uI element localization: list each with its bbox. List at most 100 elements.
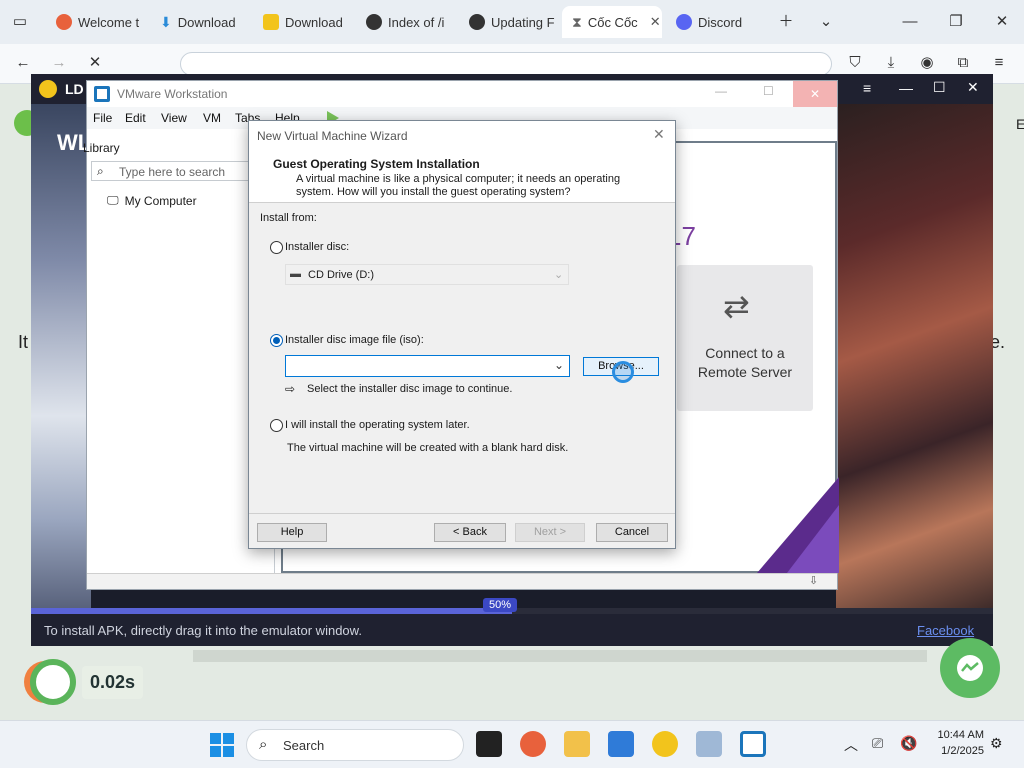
iso-image-label[interactable]: Installer disc image file (iso): xyxy=(285,334,424,346)
forward-icon[interactable]: → xyxy=(48,52,70,74)
account-icon[interactable]: ◉ xyxy=(916,52,938,74)
menu-view[interactable]: View xyxy=(161,111,187,125)
back-icon[interactable]: ← xyxy=(12,52,34,74)
clock-time[interactable]: 10:44 AM xyxy=(928,729,984,741)
chevron-down-icon: ⌄ xyxy=(554,269,564,281)
extensions-icon[interactable]: ⧉ xyxy=(952,52,974,74)
search-icon: ⌕ xyxy=(97,164,104,178)
taskbar-search[interactable]: ⌕ Search xyxy=(246,729,464,761)
search-icon: ⌕ xyxy=(259,736,268,753)
tab-welcome[interactable]: Welcome t xyxy=(46,6,144,38)
back-button[interactable]: < Back xyxy=(434,523,506,542)
wizard-heading: Guest Operating System Installation xyxy=(273,157,480,171)
cd-drive-select[interactable]: ▬ CD Drive (D:) ⌄ xyxy=(285,264,569,285)
new-tab-icon[interactable]: ＋ xyxy=(774,10,798,34)
stop-loading-icon[interactable]: ✕ xyxy=(84,52,106,74)
control-panel-icon[interactable] xyxy=(696,731,722,757)
installer-disc-label[interactable]: Installer disc: xyxy=(285,241,349,253)
github-icon xyxy=(366,14,382,30)
help-button[interactable]: Help xyxy=(257,523,327,542)
maximize-icon[interactable]: ❐ xyxy=(944,10,968,34)
tab-updating[interactable]: Updating F xyxy=(459,6,559,38)
emulator-wallpaper-right xyxy=(836,104,993,624)
wizard-close-icon[interactable]: ✕ xyxy=(653,126,665,143)
connect-remote-server-tile[interactable]: ⇄ Connect to a Remote Server xyxy=(677,265,813,411)
tab-label: Index of /i xyxy=(388,14,445,30)
clock-date[interactable]: 1/2/2025 xyxy=(928,745,984,757)
file-explorer-icon[interactable] xyxy=(564,731,590,757)
radio-installer-disc[interactable] xyxy=(270,241,283,254)
download-icon: ⬇ xyxy=(160,13,172,30)
tab-coccoc[interactable]: ⧗ Cốc Cốc ✕ xyxy=(562,6,662,38)
cd-drive-value: CD Drive (D:) xyxy=(308,269,374,281)
hourglass-icon: ⧗ xyxy=(572,13,582,30)
firefox-taskbar-icon[interactable] xyxy=(520,731,546,757)
tab-index[interactable]: Index of /i xyxy=(356,6,456,38)
ldplayer-taskbar-icon[interactable] xyxy=(652,731,678,757)
close-tab-icon[interactable]: ✕ xyxy=(650,14,661,30)
remote-tile-line2: Remote Server xyxy=(697,364,793,380)
radio-install-later[interactable] xyxy=(270,419,283,432)
vmware-maximize-icon[interactable]: ☐ xyxy=(763,84,774,98)
minimize-icon[interactable]: — xyxy=(898,10,922,34)
cancel-button[interactable]: Cancel xyxy=(596,523,668,542)
arrow-right-icon: ⇨ xyxy=(285,382,296,396)
menu-icon[interactable]: ≡ xyxy=(988,52,1010,74)
radio-iso-image[interactable] xyxy=(270,334,283,347)
wizard-divider xyxy=(249,513,675,514)
speed-value: 0.02s xyxy=(82,665,144,699)
photos-app-icon[interactable] xyxy=(608,731,634,757)
github-icon xyxy=(469,14,485,30)
network-icon[interactable]: ⎚ xyxy=(872,735,883,752)
tab-overview-icon[interactable]: ▭ xyxy=(8,10,32,34)
tab-label: Download xyxy=(285,14,343,30)
tab-label: Download xyxy=(177,14,236,30)
address-bar[interactable] xyxy=(180,52,832,76)
downloads-icon[interactable]: ⤓ xyxy=(880,52,902,74)
messenger-chat-button[interactable] xyxy=(940,638,1000,698)
library-panel: Library ⌕ Type here to search 🖵 My Compu… xyxy=(83,137,275,573)
tray-chevron-up-icon[interactable]: ︿ xyxy=(844,735,858,755)
next-button[interactable]: Next > xyxy=(515,523,585,542)
emulator-wallpaper-left: WL xyxy=(31,104,91,624)
task-view-icon[interactable] xyxy=(476,731,502,757)
vmware-close-icon[interactable]: ✕ xyxy=(793,81,837,107)
menu-edit[interactable]: Edit xyxy=(125,111,146,125)
volume-muted-icon[interactable]: 🔇 xyxy=(900,735,917,752)
messenger-icon xyxy=(957,655,983,681)
speed-gauge-icon xyxy=(30,659,76,705)
emulator-menu-icon[interactable]: ≡ xyxy=(863,80,871,96)
emulator-minimize-icon[interactable]: — xyxy=(899,80,913,96)
emulator-maximize-icon[interactable]: ☐ xyxy=(933,79,946,96)
windows-start-icon[interactable] xyxy=(210,733,234,757)
tab-discord[interactable]: Discord xyxy=(666,6,766,38)
notification-icon[interactable]: ⚙ xyxy=(990,735,1003,752)
tab-download-2[interactable]: Download xyxy=(253,6,353,38)
vmware-taskbar-icon[interactable] xyxy=(740,731,766,757)
tree-item-my-computer[interactable]: 🖵 My Computer xyxy=(107,193,197,208)
menu-file[interactable]: File xyxy=(93,111,112,125)
tab-label: Updating F xyxy=(491,14,555,30)
brand-wedge-graphic xyxy=(757,477,839,573)
tab-download-1[interactable]: ⬇ Download xyxy=(150,6,250,38)
wizard-description: A virtual machine is like a physical com… xyxy=(296,173,621,198)
tab-label: Discord xyxy=(698,14,743,30)
chevron-down-icon[interactable]: ⌄ xyxy=(814,10,838,34)
emulator-close-icon[interactable]: ✕ xyxy=(967,79,979,96)
emulator-progress-label: 50% xyxy=(483,598,518,612)
library-label: Library xyxy=(83,141,120,155)
close-window-icon[interactable]: ✕ xyxy=(990,10,1014,34)
download-status-icon[interactable]: ⇩ xyxy=(809,574,818,587)
shield-icon[interactable]: ⛉ xyxy=(844,52,866,74)
iso-path-input[interactable]: ⌄ xyxy=(285,355,570,377)
library-search-input[interactable]: ⌕ Type here to search xyxy=(91,161,271,181)
facebook-link[interactable]: Facebook xyxy=(917,623,974,638)
transfer-arrows-icon: ⇄ xyxy=(723,288,750,324)
speed-badge: 0.02s xyxy=(30,656,144,708)
chevron-down-icon[interactable]: ⌄ xyxy=(554,358,564,372)
ld-icon xyxy=(263,14,279,30)
vmware-minimize-icon[interactable]: — xyxy=(715,84,727,98)
browser-tabbar: ▭ Welcome t ⬇ Download Download Index of… xyxy=(0,0,1024,44)
menu-vm[interactable]: VM xyxy=(203,111,221,125)
install-later-label[interactable]: I will install the operating system late… xyxy=(285,419,470,431)
